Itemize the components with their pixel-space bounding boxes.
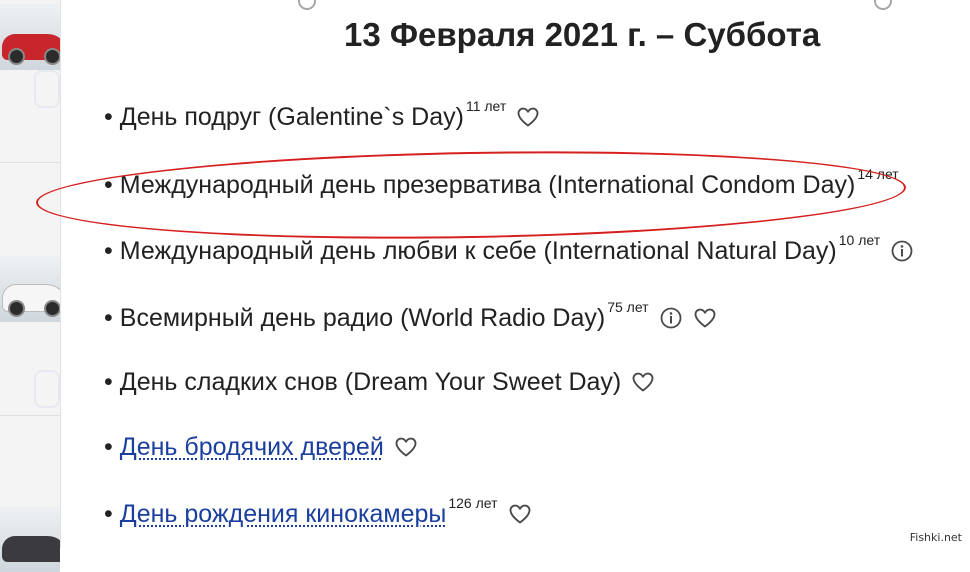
car-thumbnail-red[interactable] bbox=[0, 4, 60, 70]
holiday-item: • День сладких снов (Dream Your Sweet Day… bbox=[104, 362, 655, 402]
holiday-link[interactable]: День рождения кинокамеры bbox=[120, 500, 447, 529]
holiday-item: • Международный день любви к себе (Intern… bbox=[104, 231, 914, 271]
partial-ring-icon[interactable] bbox=[874, 0, 892, 10]
holiday-name: Всемирный день радио (World Radio Day) bbox=[119, 303, 606, 332]
heart-icon[interactable] bbox=[631, 370, 655, 394]
heart-icon[interactable] bbox=[516, 105, 540, 129]
years-badge: 126 лет bbox=[448, 495, 498, 511]
logo-watermark-icon bbox=[34, 70, 60, 108]
bullet: • bbox=[104, 236, 113, 265]
years-badge: 14 лет bbox=[857, 166, 899, 182]
sidebar bbox=[0, 0, 61, 572]
holiday-item: • Всемирный день радио (World Radio Day) 7… bbox=[104, 298, 717, 338]
dark-car-icon bbox=[2, 536, 60, 562]
bullet: • bbox=[104, 499, 113, 528]
divider bbox=[0, 162, 60, 163]
partial-ring-icon[interactable] bbox=[298, 0, 316, 10]
logo-watermark-icon bbox=[34, 370, 60, 408]
years-badge: 10 лет bbox=[838, 232, 881, 248]
holiday-name: Международный день любви к себе (Interna… bbox=[119, 236, 837, 265]
bullet: • bbox=[104, 102, 113, 131]
wheel-icon bbox=[8, 300, 25, 317]
holiday-name: День сладких снов (Dream Your Sweet Day) bbox=[119, 367, 622, 396]
info-icon[interactable] bbox=[890, 239, 914, 263]
heart-icon[interactable] bbox=[508, 502, 532, 526]
wheel-icon bbox=[44, 48, 60, 65]
holiday-item: • Международный день презерватива (Intern… bbox=[104, 165, 899, 205]
car-thumbnail-white[interactable] bbox=[0, 256, 60, 322]
wheel-icon bbox=[8, 48, 25, 65]
page-title: 13 Февраля 2021 г. – Суббота bbox=[344, 16, 821, 53]
wheel-icon bbox=[44, 300, 60, 317]
years-badge: 75 лет bbox=[607, 299, 649, 315]
heart-icon[interactable] bbox=[394, 435, 418, 459]
car-thumbnail-dark[interactable] bbox=[0, 506, 60, 572]
years-badge: 11 лет bbox=[465, 98, 507, 114]
bullet: • bbox=[104, 170, 113, 199]
holiday-link[interactable]: День бродячих дверей bbox=[120, 433, 384, 462]
holiday-item: • День рождения кинокамеры 126 лет bbox=[104, 494, 532, 534]
heart-icon[interactable] bbox=[693, 306, 717, 330]
bullet: • bbox=[104, 432, 113, 461]
info-icon[interactable] bbox=[659, 306, 683, 330]
bullet: • bbox=[104, 303, 113, 332]
bullet: • bbox=[104, 367, 113, 396]
holiday-item: • День подруг (Galentine`s Day) 11 лет bbox=[104, 97, 540, 137]
holiday-name: День подруг (Galentine`s Day) bbox=[119, 102, 464, 131]
divider bbox=[0, 415, 60, 416]
holiday-item: • День бродячих дверей bbox=[104, 427, 418, 467]
holiday-name: Международный день презерватива (Interna… bbox=[119, 170, 856, 199]
watermark: Fishki.net bbox=[907, 531, 964, 544]
